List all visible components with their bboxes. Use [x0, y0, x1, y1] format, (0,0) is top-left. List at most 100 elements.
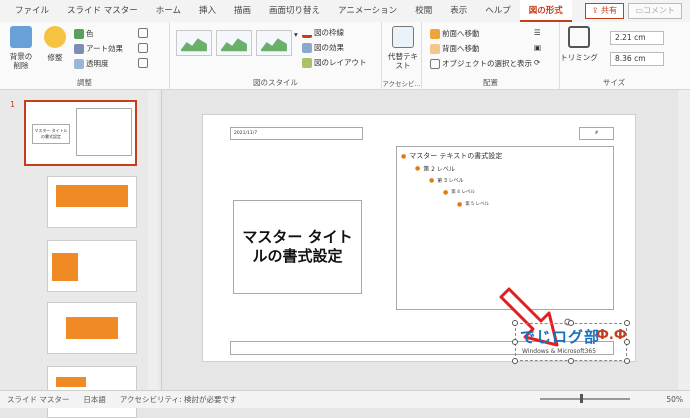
corrections-button[interactable]: 修整: [42, 26, 68, 63]
ribbon: 背景の削除 修整 色 アート効果 透明度 調整 ▾ 図の枠線 図の効果 図のレイ…: [0, 22, 690, 90]
adjust-group: 背景の削除 修整 色 アート効果 透明度 調整: [0, 22, 170, 90]
thumbnail-layout-3[interactable]: [47, 302, 137, 354]
accessibility-status[interactable]: アクセシビリティ: 検討が必要です: [113, 394, 244, 405]
accessibility-group: 代替テキスト アクセシビ...: [382, 22, 422, 90]
send-backward-icon: [430, 43, 440, 54]
level-4: ● 第 4 レベル: [443, 188, 475, 196]
bullet-icon: ●: [443, 188, 449, 196]
thumbnail-layout-2[interactable]: [47, 240, 137, 292]
sun-icon: [44, 26, 66, 48]
title-placeholder[interactable]: マスター タイトルの書式設定: [233, 200, 362, 294]
canvas-scrollbar[interactable]: [678, 90, 690, 390]
tab-file[interactable]: ファイル: [6, 0, 58, 22]
picture-styles-group: ▾ 図の枠線 図の効果 図のレイアウト 図のスタイル: [170, 22, 382, 90]
thumbnail-master[interactable]: マスター タイトルの書式設定: [24, 100, 137, 166]
resize-handle[interactable]: [568, 320, 574, 326]
language[interactable]: 日本語: [76, 394, 113, 405]
picture-style-2[interactable]: [216, 30, 252, 56]
resize-handle[interactable]: [512, 339, 518, 345]
bring-forward-icon: [430, 28, 440, 39]
logo-text: でじログ部: [520, 328, 601, 346]
art-effects-button[interactable]: アート効果: [74, 43, 123, 54]
logo-image[interactable]: でじログ部 Windows & Microsoft365 Ф.Ф: [512, 320, 630, 364]
tab-home[interactable]: ホーム: [147, 0, 190, 22]
bring-forward-button[interactable]: 前面へ移動: [430, 28, 480, 39]
picture-layout-button[interactable]: 図のレイアウト: [302, 57, 367, 68]
comment-button[interactable]: ▭コメント: [628, 3, 682, 19]
tab-help[interactable]: ヘルプ: [476, 0, 520, 22]
tab-draw[interactable]: 描画: [225, 0, 260, 22]
thumbnail-scrollbar[interactable]: [148, 90, 158, 390]
share-icon: ⇪: [591, 6, 599, 15]
zoom-level[interactable]: 50%: [659, 395, 690, 404]
zoom-slider[interactable]: [540, 398, 630, 400]
date-placeholder[interactable]: 2021/11/7: [230, 127, 363, 140]
width-field[interactable]: 8.36 cm: [610, 52, 664, 66]
align-button[interactable]: ☰: [534, 28, 541, 37]
resize-handle[interactable]: [512, 358, 518, 364]
picture-style-3[interactable]: [256, 30, 292, 56]
bullet-icon: ●: [401, 152, 407, 160]
tab-slide-master[interactable]: スライド マスター: [58, 0, 147, 22]
resize-handle[interactable]: [568, 358, 574, 364]
thumbnail-pane: マスター タイトルの書式設定: [0, 90, 162, 418]
group-icon: ▣: [534, 43, 542, 52]
size-group: トリミング 2.21 cm 8.36 cm サイズ: [560, 22, 668, 90]
level-5: ● 第 5 レベル: [457, 200, 489, 208]
tab-view[interactable]: 表示: [441, 0, 476, 22]
resize-handle[interactable]: [624, 320, 630, 326]
reset-picture-icon: [138, 58, 148, 68]
height-field[interactable]: 2.21 cm: [610, 31, 664, 45]
zoom-slider-knob[interactable]: [580, 394, 583, 403]
level-2: ● 第 2 レベル: [415, 164, 455, 173]
tab-review[interactable]: 校閲: [406, 0, 441, 22]
thumbnail-body: [76, 108, 132, 156]
picture-effects-button[interactable]: 図の効果: [302, 42, 344, 53]
thumbnail-layout-1[interactable]: [47, 176, 137, 228]
share-button[interactable]: ⇪ 共有: [584, 3, 624, 19]
level-3: ● 第 3 レベル: [429, 176, 464, 184]
crop-icon: [568, 26, 590, 48]
color-icon: [74, 28, 84, 39]
group-button[interactable]: ▣: [534, 43, 541, 52]
selection-pane-icon: [430, 58, 440, 69]
remove-background-button[interactable]: 背景の削除: [6, 26, 36, 70]
transparency-button[interactable]: 透明度: [74, 58, 109, 69]
style-gallery-scroll[interactable]: ▾: [294, 30, 298, 39]
tab-animations[interactable]: アニメーション: [329, 0, 406, 22]
rotate-icon: ⟳: [534, 58, 541, 67]
rotate-button[interactable]: ⟳: [534, 58, 540, 67]
comment-icon: ▭: [635, 6, 643, 15]
picture-border-button[interactable]: 図の枠線: [302, 27, 344, 38]
resize-handle[interactable]: [512, 320, 518, 326]
reset-picture-button[interactable]: [138, 58, 148, 68]
color-button[interactable]: 色: [74, 28, 94, 39]
arrange-label: 配置: [483, 78, 498, 87]
alt-text-button[interactable]: 代替テキスト: [388, 26, 418, 70]
slide-number: 1: [10, 100, 16, 109]
crop-button[interactable]: トリミング: [560, 26, 598, 63]
alt-text-icon: [392, 26, 414, 48]
picture-style-1[interactable]: [176, 30, 212, 56]
send-backward-button[interactable]: 背面へ移動: [430, 43, 480, 54]
tab-insert[interactable]: 挿入: [190, 0, 225, 22]
border-icon: [302, 28, 312, 38]
resize-handle[interactable]: [624, 339, 630, 345]
slide-number-placeholder[interactable]: #: [579, 127, 614, 140]
adjust-group-label: 調整: [77, 78, 92, 87]
selection-pane-button[interactable]: オブジェクトの選択と表示: [430, 58, 532, 69]
change-picture-button[interactable]: [138, 43, 148, 53]
tab-transitions[interactable]: 画面切り替え: [260, 0, 329, 22]
size-label: サイズ: [602, 78, 626, 87]
thumbnail-title-bar: [66, 317, 118, 339]
tab-picture-format[interactable]: 図の形式: [519, 0, 572, 22]
logo-icon: Ф.Ф: [596, 328, 627, 343]
remove-background-icon: [10, 26, 32, 48]
compress-button[interactable]: [138, 28, 148, 38]
thumbnail-title-bar: [56, 185, 128, 207]
align-icon: ☰: [534, 28, 541, 37]
thumbnail-title-bar: [52, 253, 78, 281]
effects-icon: [302, 42, 312, 53]
resize-handle[interactable]: [624, 358, 630, 364]
slide: 2021/11/7 # マスター タイトルの書式設定 ● マスター テキストの書式…: [202, 114, 636, 364]
